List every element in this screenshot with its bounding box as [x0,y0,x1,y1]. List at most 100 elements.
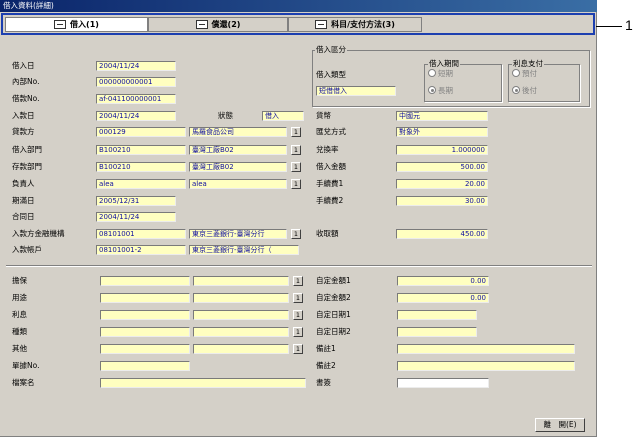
period-short-radio[interactable]: 短期 [428,69,453,79]
kind-name-field[interactable] [193,327,289,337]
doc-no-field[interactable] [100,361,190,371]
kind-code-field[interactable] [100,327,190,337]
bank-lookup-button[interactable]: 1 [291,229,301,239]
borrow-date-field[interactable]: 2004/11/24 [96,61,176,71]
receipt-date-field[interactable]: 2004/11/24 [96,111,176,121]
interest-lookup-button[interactable]: 1 [293,310,303,320]
deposit-dept-lookup-button[interactable]: 1 [291,162,301,172]
borrow-detail-window: 借入資料(詳細) 借入(1) 償還(2) 科目/支付方法(3) 借入日 2004… [0,0,597,437]
manager-label: 負責人 [12,179,35,188]
contract-date-field[interactable]: 2004/11/24 [96,212,176,222]
currency-field[interactable]: 中國元 [396,111,488,121]
tab-account-payment[interactable]: 科目/支付方法(3) [288,17,422,32]
note1-field[interactable] [397,344,575,354]
guarantee-label: 擔保 [12,276,27,285]
tab-borrow-label: 借入(1) [70,20,99,29]
bank-code-field[interactable]: 08101001 [96,229,186,239]
lender-lookup-button[interactable]: 1 [291,127,301,137]
kind-label: 種類 [12,327,27,336]
period-long-radio[interactable]: 長期 [428,86,453,96]
received-field[interactable]: 450.00 [396,229,488,239]
interest-advance-label: 預付 [522,69,537,78]
borrow-date-label: 借入日 [12,61,35,70]
kind-lookup-button[interactable]: 1 [293,327,303,337]
period-long-label: 長期 [438,86,453,95]
deposit-dept-label: 存款部門 [12,162,42,171]
bank-account-code-field[interactable]: 08101001-2 [96,245,186,255]
deposit-dept-name-field[interactable]: 臺灣工廠B02 [189,162,287,172]
fx-method-field[interactable]: 對象外 [396,127,488,137]
status-field[interactable]: 借入 [262,111,304,121]
borrow-dept-lookup-button[interactable]: 1 [291,145,301,155]
file-name-field[interactable] [100,378,306,388]
borrow-amount-field[interactable]: 500.00 [396,162,488,172]
fee2-field[interactable]: 30.00 [396,196,488,206]
interest-payment-title: 利息支付 [512,59,544,68]
lender-code-field[interactable]: 000129 [96,127,186,137]
bank-account-name-field[interactable]: 東京三菱銀行-臺灣分行（ [189,245,299,255]
borrow-type-field[interactable]: 短借借入 [316,86,396,96]
guarantee-name-field[interactable] [193,276,289,286]
custom-amount1-field[interactable]: 0.00 [397,276,489,286]
manager-code-field[interactable]: alea [96,179,186,189]
bank-name-field[interactable]: 東京三菱銀行-臺灣分行 [189,229,287,239]
fx-rate-field[interactable]: 1.000000 [396,145,488,155]
other-code-field[interactable] [100,344,190,354]
file-name-label: 檔案名 [12,378,35,387]
borrow-amount-label: 借入金額 [316,162,346,171]
status-label: 狀態 [218,111,233,120]
document-field[interactable] [397,378,489,388]
custom-date1-label: 自定日期1 [316,310,351,319]
manager-name-field[interactable]: alea [189,179,287,189]
other-name-field[interactable] [193,344,289,354]
purpose-name-field[interactable] [193,293,289,303]
interest-arrears-label: 後付 [522,86,537,95]
borrow-period-title: 借入期間 [428,59,460,68]
section-divider [6,265,592,267]
interest-advance-radio[interactable]: 預付 [512,69,537,79]
fee1-field[interactable]: 20.00 [396,179,488,189]
guarantee-lookup-button[interactable]: 1 [293,276,303,286]
purpose-code-field[interactable] [100,293,190,303]
interest-label: 利息 [12,310,27,319]
purpose-lookup-button[interactable]: 1 [293,293,303,303]
custom-amount2-field[interactable]: 0.00 [397,293,489,303]
callout-line [596,26,622,27]
doc-no-label: 單據No. [12,361,40,370]
interest-name-field[interactable] [193,310,289,320]
contract-date-label: 合同日 [12,212,35,221]
period-short-label: 短期 [438,69,453,78]
lender-name-field[interactable]: 馬羅食品公司 [189,127,287,137]
internal-no-field[interactable]: 000000000001 [96,77,176,87]
other-lookup-button[interactable]: 1 [293,344,303,354]
document-label: 書簽 [316,378,331,387]
borrow-dept-code-field[interactable]: B100210 [96,145,186,155]
radio-arrears-icon [512,86,520,94]
custom-amount2-label: 自定金額2 [316,293,351,302]
borrow-dept-name-field[interactable]: 臺灣工廠B02 [189,145,287,155]
interest-code-field[interactable] [100,310,190,320]
due-date-field[interactable]: 2005/12/31 [96,196,176,206]
note1-label: 備註1 [316,344,336,353]
tab-borrow[interactable]: 借入(1) [5,17,148,32]
fx-method-label: 匯兌方式 [316,127,346,136]
note2-field[interactable] [397,361,575,371]
radio-long-icon [428,86,436,94]
lender-label: 貸款方 [12,127,35,136]
custom-amount1-label: 自定金額1 [316,276,351,285]
close-button[interactable]: 離 開(E) [535,418,585,432]
borrow-type-label: 借入類型 [316,70,346,79]
manager-lookup-button[interactable]: 1 [291,179,301,189]
guarantee-code-field[interactable] [100,276,190,286]
other-label: 其他 [12,344,27,353]
custom-date2-field[interactable] [397,327,477,337]
card-icon [315,20,328,29]
tab-repay[interactable]: 償還(2) [148,17,288,32]
deposit-dept-code-field[interactable]: B100210 [96,162,186,172]
internal-no-label: 內部No. [12,77,40,86]
custom-date1-field[interactable] [397,310,477,320]
received-label: 收取額 [316,229,339,238]
loan-no-field[interactable]: af-041100000001 [96,94,176,104]
interest-arrears-radio[interactable]: 後付 [512,86,537,96]
note2-label: 備註2 [316,361,336,370]
